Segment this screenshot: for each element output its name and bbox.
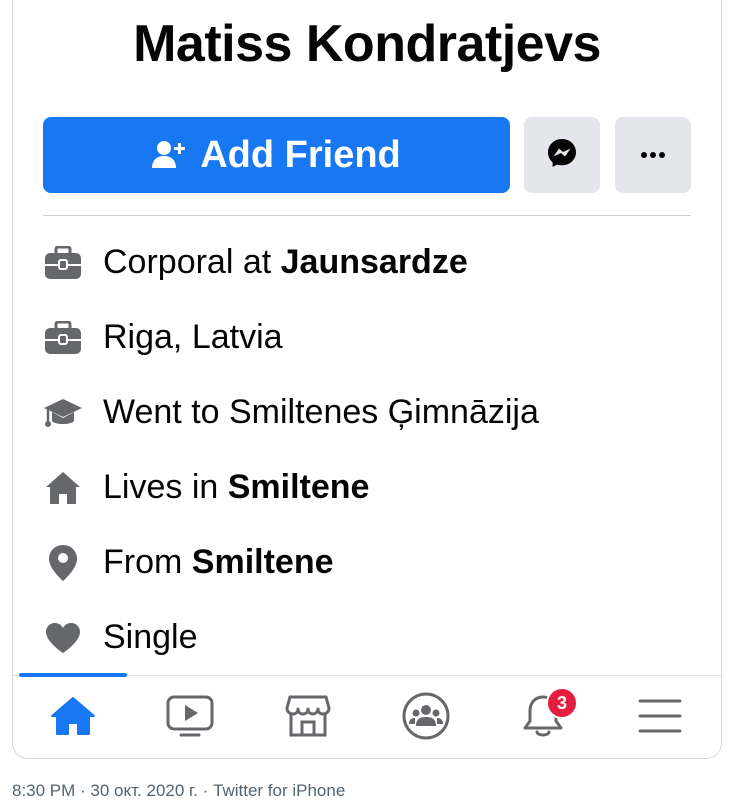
intro-item-relationship: Single bbox=[43, 600, 703, 675]
ellipsis-icon bbox=[640, 146, 666, 164]
intro-item-text: Riga, Latvia bbox=[103, 318, 283, 356]
menu-tab-icon bbox=[638, 698, 682, 739]
marketplace-tab-icon bbox=[285, 694, 331, 743]
notification-badge: 3 bbox=[546, 687, 578, 719]
tab-groups[interactable] bbox=[391, 686, 461, 750]
message-button[interactable] bbox=[524, 117, 600, 193]
intro-item-work: Corporal at Jaunsardze bbox=[43, 225, 703, 300]
messenger-icon bbox=[546, 137, 578, 174]
add-person-icon bbox=[152, 138, 186, 172]
tweet-time[interactable]: 8:30 PM bbox=[12, 781, 75, 800]
add-friend-button[interactable]: Add Friend bbox=[43, 117, 510, 193]
tweet-client[interactable]: Twitter for iPhone bbox=[213, 781, 345, 800]
intro-item-text: Single bbox=[103, 618, 198, 656]
intro-item-text: Went to Smiltenes Ģimnāzija bbox=[103, 393, 539, 431]
tweet-meta: 8:30 PM · 30 окт. 2020 г. · Twitter for … bbox=[12, 781, 345, 801]
heart-icon bbox=[43, 618, 83, 658]
divider bbox=[43, 215, 691, 216]
briefcase-icon bbox=[43, 243, 83, 283]
intro-item-text: From Smiltene bbox=[103, 543, 334, 581]
intro-item-from: From Smiltene bbox=[43, 525, 703, 600]
home-icon bbox=[43, 468, 83, 508]
active-tab-indicator bbox=[19, 673, 127, 677]
graduation-cap-icon bbox=[43, 393, 83, 433]
more-options-button[interactable] bbox=[615, 117, 691, 193]
tab-notifications[interactable]: 3 bbox=[508, 686, 578, 750]
tab-menu[interactable] bbox=[625, 686, 695, 750]
profile-name: Matiss Kondratjevs bbox=[133, 15, 601, 73]
tab-home[interactable] bbox=[38, 686, 108, 750]
add-friend-label: Add Friend bbox=[200, 133, 401, 176]
tab-marketplace[interactable] bbox=[273, 686, 343, 750]
intro-item-location: Riga, Latvia bbox=[43, 300, 703, 375]
intro-list: Corporal at Jaunsardze Riga, Latvia Went… bbox=[43, 225, 703, 675]
home-tab-icon bbox=[50, 696, 96, 741]
location-pin-icon bbox=[43, 543, 83, 583]
intro-item-lives-in: Lives in Smiltene bbox=[43, 450, 703, 525]
intro-item-text: Corporal at Jaunsardze bbox=[103, 243, 468, 281]
separator: · bbox=[75, 781, 91, 800]
profile-card: Matiss Kondratjevs Add Friend Corporal a… bbox=[12, 0, 722, 759]
groups-tab-icon bbox=[402, 692, 450, 745]
tab-watch[interactable] bbox=[155, 686, 225, 750]
bottom-tab-bar: 3 bbox=[13, 673, 721, 758]
watch-tab-icon bbox=[166, 695, 214, 742]
intro-item-education: Went to Smiltenes Ģimnāzija bbox=[43, 375, 703, 450]
briefcase-icon bbox=[43, 318, 83, 358]
tweet-date[interactable]: 30 окт. 2020 г. bbox=[90, 781, 197, 800]
separator: · bbox=[197, 781, 213, 800]
intro-item-text: Lives in Smiltene bbox=[103, 468, 370, 506]
